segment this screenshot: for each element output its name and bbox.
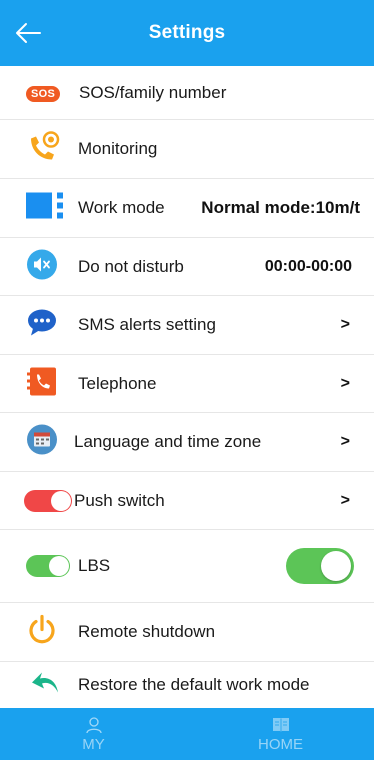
settings-row-label: Language and time zone	[74, 432, 262, 451]
tab-my[interactable]: MY	[0, 708, 187, 760]
tab-home-label: HOME	[258, 735, 303, 753]
settings-row-sos-family-number[interactable]: SOS SOS/family number	[0, 66, 374, 120]
page-title: Settings	[148, 22, 226, 43]
work-mode-value: Normal mode:10m/t	[201, 198, 360, 217]
settings-row-lbs: LBS	[0, 530, 374, 603]
person-icon	[85, 716, 102, 733]
settings-row-telephone[interactable]: Telephone >	[0, 355, 374, 413]
lbs-toggle-switch[interactable]	[286, 548, 354, 584]
settings-row-label: Do not disturb	[78, 256, 184, 276]
settings-row-label: Push switch	[74, 490, 165, 510]
sos-badge: SOS	[26, 85, 61, 102]
settings-row-label: Telephone	[78, 373, 157, 393]
phone-monitor-icon	[26, 131, 62, 168]
settings-row-label: Work mode	[78, 198, 165, 217]
lbs-toggle-icon	[26, 555, 70, 577]
chevron-right-icon: >	[340, 316, 350, 333]
settings-row-work-mode[interactable]: Work mode Normal mode:10m/t	[0, 179, 374, 238]
restore-arrow-icon	[30, 669, 62, 702]
settings-row-do-not-disturb[interactable]: Do not disturb 00:00-00:00	[0, 238, 374, 296]
settings-row-push-switch[interactable]: Push switch >	[0, 472, 374, 530]
sos-icon: SOS	[26, 84, 61, 102]
mute-speaker-icon	[26, 248, 58, 285]
push-toggle-icon	[24, 489, 72, 512]
power-icon	[26, 614, 58, 651]
app-header: Settings	[0, 0, 374, 66]
settings-row-monitoring[interactable]: Monitoring	[0, 120, 374, 179]
do-not-disturb-value: 00:00-00:00	[264, 257, 352, 275]
chevron-right-icon: >	[340, 491, 350, 509]
work-mode-icon	[26, 191, 66, 226]
settings-row-remote-shutdown[interactable]: Remote shutdown	[0, 603, 374, 662]
settings-row-language-time-zone[interactable]: Language and time zone >	[0, 413, 374, 472]
settings-row-label: SOS/family number	[79, 82, 227, 102]
book-icon	[272, 717, 289, 732]
tab-my-label: MY	[82, 735, 105, 753]
bottom-navigation: MY HOME	[0, 708, 374, 760]
calendar-icon	[26, 424, 58, 461]
settings-row-label: Restore the default work mode	[78, 675, 310, 694]
settings-row-label: Monitoring	[78, 139, 158, 158]
settings-row-restore-default[interactable]: Restore the default work mode	[0, 662, 374, 708]
chevron-right-icon: >	[340, 374, 350, 392]
chevron-right-icon: >	[340, 433, 350, 450]
tab-home[interactable]: HOME	[187, 708, 374, 760]
settings-row-sms-alerts[interactable]: SMS alerts setting >	[0, 296, 374, 355]
settings-row-label: Remote shutdown	[78, 622, 216, 641]
settings-row-label: LBS	[78, 556, 111, 575]
back-arrow-icon[interactable]	[14, 21, 42, 45]
settings-row-label: SMS alerts setting	[78, 315, 216, 334]
phone-book-icon	[26, 365, 58, 402]
chat-bubble-icon	[26, 308, 58, 343]
